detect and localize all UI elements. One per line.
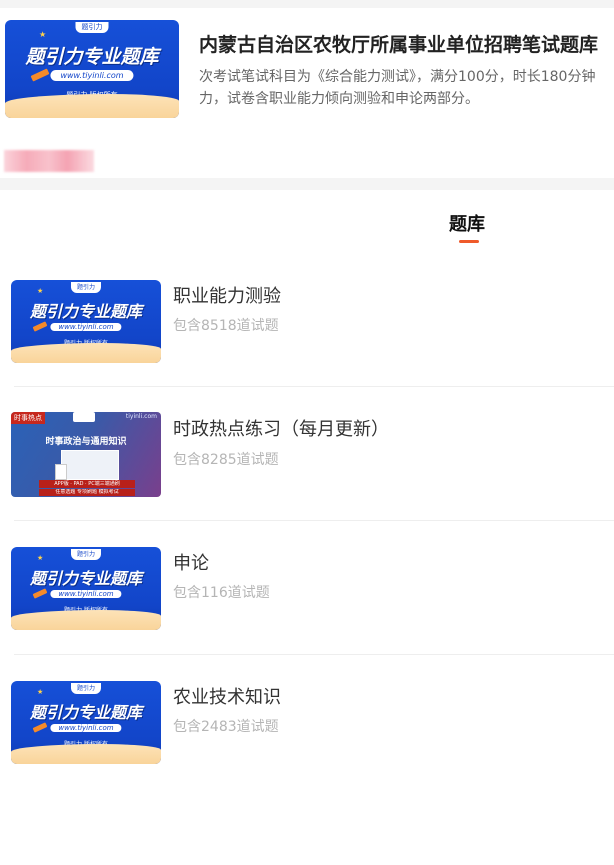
exam-header: 题引力 ★ 题引力专业题库 www.tiyinli.com 题引力 版权所有 内… [0, 8, 614, 178]
pencil-icon [32, 321, 48, 332]
bank-title: 申论 [173, 553, 209, 574]
tab-active-indicator [459, 240, 479, 243]
cover-logo: 题引力 [75, 22, 109, 33]
cover-url: www.tiyinli.com [50, 70, 134, 81]
cover-screenshot [61, 450, 119, 480]
tab-question-bank[interactable]: 题库 [449, 210, 485, 236]
cover-wave [5, 94, 179, 118]
pencil-icon [30, 68, 50, 82]
exam-title[interactable]: 内蒙古自治区农牧厅所属事业单位招聘笔试题库 [199, 30, 598, 57]
top-strip [0, 0, 614, 8]
cover-tag: 时事热点 [11, 412, 45, 424]
cover-wave [11, 744, 161, 764]
bank-question-count: 包含8518道试题 [173, 318, 279, 334]
cover-url: www.tiyinli.com [50, 724, 122, 732]
pencil-icon [32, 722, 48, 733]
cover-logo: 题引力 [70, 549, 102, 560]
cover-url: www.tiyinli.com [50, 590, 122, 598]
star-icon: ★ [37, 554, 44, 562]
exam-cover-image: 题引力 ★ 题引力专业题库 www.tiyinli.com 题引力 版权所有 [5, 20, 179, 118]
star-icon: ★ [39, 30, 47, 39]
bank-title: 职业能力测验 [173, 286, 281, 307]
cover-wave [11, 343, 161, 363]
row-divider [14, 520, 614, 521]
cover-site: tiyinli.com [125, 413, 157, 420]
bank-cover-image: 题引力 ★ 题引力专业题库 www.tiyinli.com 题引力 版权所有 [11, 681, 161, 764]
row-divider [14, 654, 614, 655]
star-icon: ★ [37, 287, 44, 295]
bank-question-count: 包含8285道试题 [173, 452, 279, 468]
row-divider [14, 386, 614, 387]
star-icon: ★ [37, 688, 44, 696]
pencil-icon [32, 588, 48, 599]
blurred-user-info [4, 150, 94, 172]
cover-logo: 题引力 [70, 683, 102, 694]
bank-cover-image: 题引力 ★ 题引力专业题库 www.tiyinli.com 题引力 版权所有 [11, 547, 161, 630]
bank-cover-image: 时事热点 tiyinli.com 时事政治与通用知识 APP版 · PAD · … [11, 412, 161, 497]
bank-question-count: 包含116道试题 [173, 585, 270, 601]
cover-title: 题引力专业题库 [25, 46, 159, 68]
cover-url: www.tiyinli.com [50, 323, 122, 331]
bank-title: 时政热点练习（每月更新） [173, 419, 389, 440]
bank-title: 农业技术知识 [173, 687, 281, 708]
section-divider [0, 178, 614, 190]
cover-wave [11, 610, 161, 630]
cover-title: 题引力专业题库 [29, 569, 142, 588]
bank-question-count: 包含2483道试题 [173, 719, 279, 735]
cover-title: 时事政治与通用知识 [45, 437, 127, 447]
cover-title: 题引力专业题库 [29, 703, 142, 722]
cover-title: 题引力专业题库 [29, 302, 142, 321]
cover-logo [73, 412, 95, 422]
cover-logo: 题引力 [70, 282, 102, 293]
cover-feature-line: 任意选题 专项刷题 模拟考试 [39, 489, 135, 496]
cover-phone [55, 464, 67, 480]
cover-feature-line: APP版 · PAD · PC端三端通刷 [39, 480, 135, 488]
bank-cover-image: 题引力 ★ 题引力专业题库 www.tiyinli.com 题引力 版权所有 [11, 280, 161, 363]
exam-description: 次考试笔试科目为《综合能力测试》，满分100分，时长180分钟力，试卷含职业能力… [199, 69, 596, 107]
